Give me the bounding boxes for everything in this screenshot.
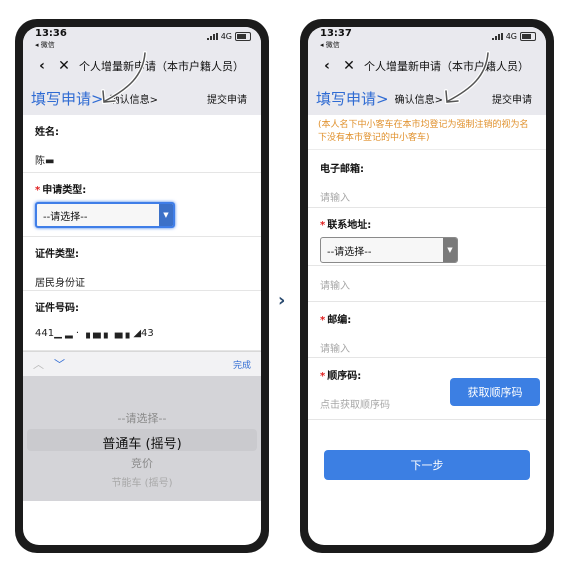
next-step-button[interactable]: 下一步 — [324, 450, 530, 480]
address-detail-field: 请输入 — [308, 266, 546, 302]
picker-option[interactable]: --请选择-- — [23, 410, 261, 426]
chevron-up-icon[interactable]: ︿ — [33, 356, 44, 372]
network-label: 4G — [505, 32, 517, 41]
page-title: 个人增量新申请（本市户籍人员） — [364, 60, 529, 73]
postcode-label: * 邮编: — [320, 315, 352, 326]
status-right: 4G — [206, 32, 251, 41]
back-icon[interactable]: ‹ — [316, 58, 338, 74]
id-number-field: 证件号码: 441▁ ▂ · ▗ ▄ ▖ ▄ ▖◢43 — [23, 291, 261, 351]
signal-icon — [206, 33, 218, 40]
status-time: 13:37 — [320, 28, 352, 39]
email-field: 电子邮箱: 请输入 — [308, 150, 546, 208]
status-bar: 13:36 ◂ 微信 4G — [23, 27, 261, 51]
phone-frame-right: 13:37 ◂ 微信 4G ‹ ✕ 个人增量新申请（本市户籍人员） 填写申请> … — [300, 19, 554, 553]
step-fill-application: 填写申请> — [316, 89, 389, 108]
address-field: * 联系地址: --请选择-- ▼ — [308, 208, 546, 266]
postcode-input[interactable]: 请输入 — [320, 340, 534, 355]
battery-icon — [520, 32, 536, 41]
apply-type-select-value: --请选择-- — [43, 211, 88, 223]
page-title: 个人增量新申请（本市户籍人员） — [79, 60, 244, 73]
network-label: 4G — [220, 32, 232, 41]
step-confirm-info: 确认信息> — [109, 94, 158, 106]
name-field: 姓名: 陈▬ — [23, 115, 261, 173]
close-icon[interactable]: ✕ — [338, 58, 360, 74]
id-number-value: 441▁ ▂ · ▗ ▄ ▖ ▄ ▖◢43 — [35, 328, 154, 339]
step-submit: 提交申请 — [207, 94, 247, 106]
battery-icon — [235, 32, 251, 41]
signal-icon — [491, 33, 503, 40]
apply-type-select[interactable]: --请选择-- ▼ — [35, 202, 175, 228]
done-button[interactable]: 完成 — [233, 358, 251, 371]
step-fill-application: 填写申请> — [31, 89, 104, 108]
picker-option[interactable]: 节能车 (摇号) — [23, 474, 261, 489]
picker-toolbar: ︿ ﹀ 完成 — [23, 351, 261, 376]
chevron-down-icon: ▼ — [443, 238, 457, 262]
picker-option[interactable]: 普通车 (摇号) — [23, 433, 261, 452]
get-sequence-button[interactable]: 获取顺序码 — [450, 378, 540, 406]
close-icon[interactable]: ✕ — [53, 58, 75, 74]
sequence-field: * 顺序码: 点击获取顺序码 获取顺序码 — [308, 358, 546, 420]
notice-text: (本人名下中小客车在本市均登记为强制注销的视为名下没有本市登记的中小客车) — [308, 115, 546, 150]
status-right: 4G — [491, 32, 536, 41]
step-indicator: 填写申请> 确认信息> 提交申请 — [23, 51, 261, 115]
id-number-label: 证件号码: — [35, 303, 79, 314]
back-icon[interactable]: ‹ — [31, 58, 53, 74]
apply-type-label: * 申请类型: — [35, 185, 87, 196]
nav-bar: ‹ ✕ 个人增量新申请（本市户籍人员） — [23, 51, 261, 81]
phone-screen-left: 13:36 ◂ 微信 4G ‹ ✕ 个人增量新申请（本市户籍人员） 填写申请> … — [23, 27, 261, 545]
nav-bar: ‹ ✕ 个人增量新申请（本市户籍人员） — [308, 51, 546, 81]
next-arrow-icon: › — [278, 290, 286, 311]
step-submit: 提交申请 — [492, 94, 532, 106]
id-type-label: 证件类型: — [35, 249, 79, 260]
phone-frame-left: 13:36 ◂ 微信 4G ‹ ✕ 个人增量新申请（本市户籍人员） 填写申请> … — [15, 19, 269, 553]
step-indicator: 填写申请> 确认信息> 提交申请 — [308, 51, 546, 115]
name-label: 姓名: — [35, 127, 59, 138]
chevron-down-icon[interactable]: ﹀ — [54, 356, 65, 372]
address-select[interactable]: --请选择-- ▼ — [320, 237, 458, 263]
status-carrier: ◂ 微信 — [320, 41, 340, 49]
id-type-field: 证件类型: 居民身份证 — [23, 237, 261, 291]
address-select-value: --请选择-- — [327, 246, 372, 258]
step-confirm-info: 确认信息> — [394, 94, 443, 106]
email-input[interactable]: 请输入 — [320, 189, 534, 204]
phone-screen-right: 13:37 ◂ 微信 4G ‹ ✕ 个人增量新申请（本市户籍人员） 填写申请> … — [308, 27, 546, 545]
address-detail-input[interactable]: 请输入 — [320, 277, 534, 292]
chevron-down-icon: ▼ — [159, 204, 173, 226]
address-label: * 联系地址: — [320, 220, 372, 231]
status-time: 13:36 — [35, 28, 67, 39]
postcode-field: * 邮编: 请输入 — [308, 302, 546, 358]
picker-option[interactable]: 竞价 — [23, 455, 261, 471]
apply-type-picker[interactable]: --请选择-- 普通车 (摇号) 竞价 节能车 (摇号) — [23, 376, 261, 501]
status-bar: 13:37 ◂ 微信 4G — [308, 27, 546, 51]
status-carrier: ◂ 微信 — [35, 41, 55, 49]
name-value: 陈▬ — [35, 156, 55, 167]
email-label: 电子邮箱: — [320, 164, 364, 175]
apply-type-field: * 申请类型: --请选择-- ▼ — [23, 173, 261, 237]
id-type-value: 居民身份证 — [35, 278, 85, 289]
